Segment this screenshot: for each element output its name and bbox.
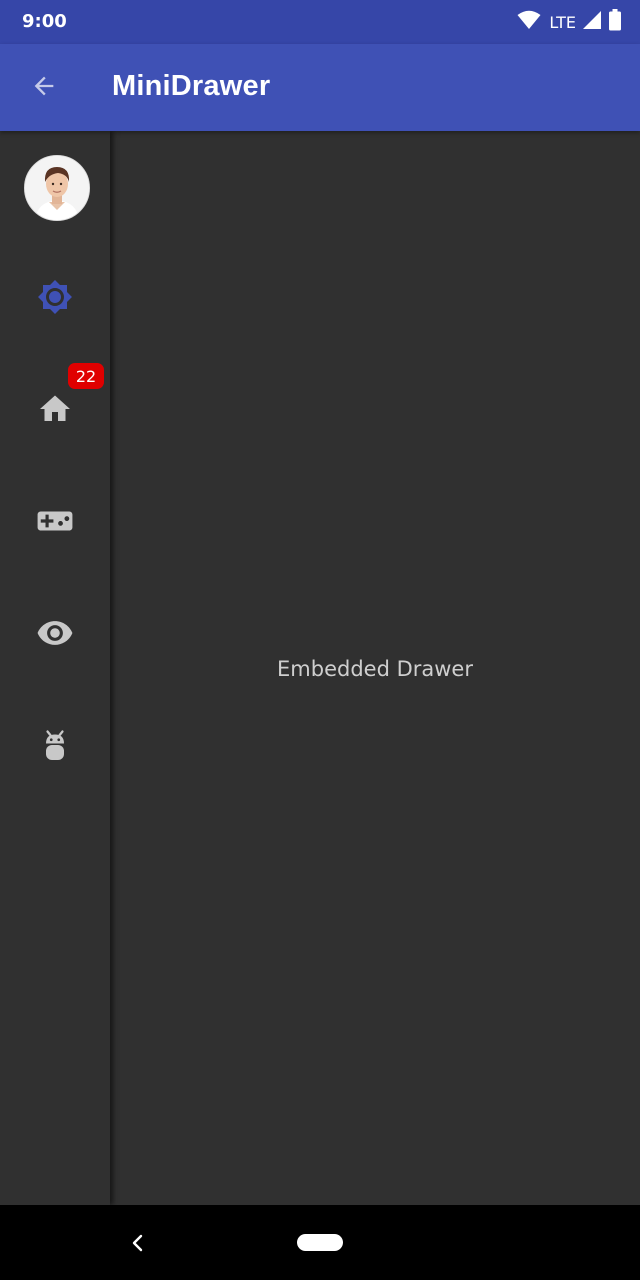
network-type-label: LTE (549, 12, 576, 32)
wifi-icon (517, 10, 541, 35)
status-time: 9:00 (22, 11, 67, 32)
home-icon (37, 391, 73, 432)
system-nav-bar (0, 1205, 640, 1280)
android-icon (37, 727, 73, 768)
brightness-icon (37, 279, 73, 320)
gamepad-icon (36, 502, 74, 545)
signal-icon (582, 10, 602, 35)
notification-badge: 22 (68, 363, 104, 389)
arrow-back-icon (30, 72, 58, 105)
drawer-item-brightness[interactable] (0, 251, 110, 347)
page-title: MiniDrawer (112, 70, 271, 102)
nav-home-button[interactable] (297, 1234, 343, 1251)
avatar-image (25, 156, 89, 220)
avatar[interactable] (24, 155, 90, 221)
mini-drawer: 22 (0, 131, 110, 1205)
main-content: Embedded Drawer (110, 131, 640, 1205)
app-bar: MiniDrawer (0, 44, 640, 131)
status-bar: 9:00 LTE (0, 0, 640, 44)
drawer-item-games[interactable] (0, 475, 110, 571)
battery-icon (608, 8, 622, 36)
content-text: Embedded Drawer (277, 657, 473, 681)
back-button[interactable] (22, 66, 66, 110)
drawer-item-android[interactable] (0, 699, 110, 795)
eye-icon (36, 614, 74, 657)
drawer-item-eye[interactable] (0, 587, 110, 683)
nav-back-icon[interactable] (126, 1231, 150, 1255)
status-icons: LTE (517, 8, 622, 36)
